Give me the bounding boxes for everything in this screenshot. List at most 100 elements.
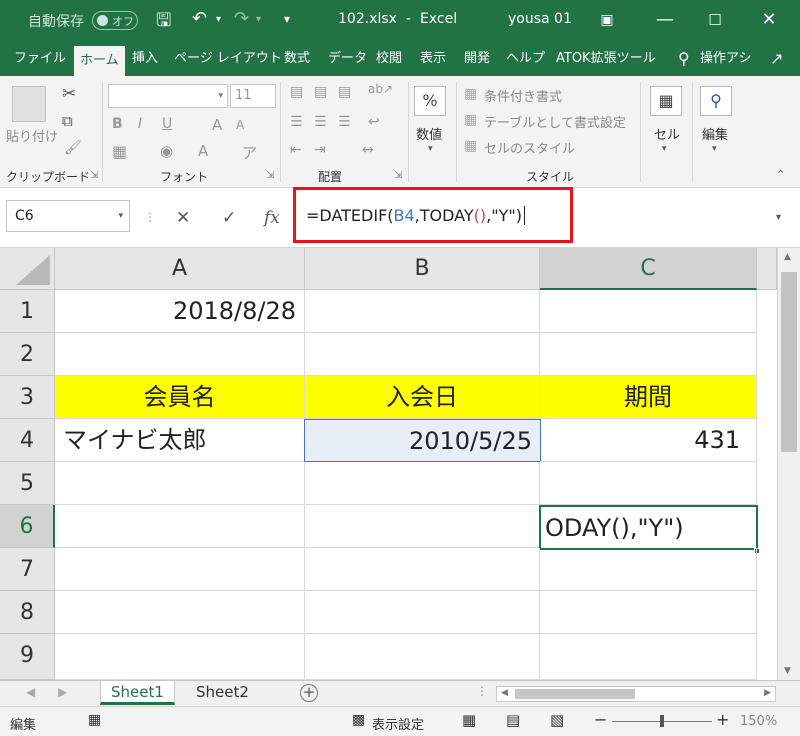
cell-b4[interactable]: 2010/5/25 — [304, 419, 541, 462]
font-size-combo[interactable]: 11 — [230, 84, 276, 108]
share-icon[interactable]: ↗ — [770, 42, 783, 76]
cell-b9[interactable] — [305, 634, 540, 680]
display-settings-icon[interactable]: ▩ — [352, 712, 365, 728]
cell-a8[interactable] — [55, 591, 305, 634]
tab-help[interactable]: ヘルプ — [506, 42, 545, 76]
page-break-view-icon[interactable]: ▧ — [550, 711, 564, 729]
tell-me-input[interactable]: 操作アシ — [700, 42, 751, 76]
border-icon[interactable]: ▦ — [112, 142, 127, 161]
column-header-b[interactable]: B — [305, 248, 540, 290]
format-as-table-button[interactable]: テーブルとして書式設定 — [484, 112, 626, 131]
wrap-text-icon[interactable]: ↩ — [368, 114, 380, 130]
cell-c8[interactable] — [540, 591, 757, 634]
user-name[interactable]: yousa 01 — [508, 11, 572, 27]
column-header-c[interactable]: C — [540, 248, 757, 290]
sheet-tab-sheet1[interactable]: Sheet1 — [100, 681, 175, 705]
find-icon[interactable]: ⚲ — [700, 86, 732, 116]
redo-dropdown-icon[interactable]: ▾ — [256, 14, 261, 25]
align-middle-icon[interactable]: ▤ — [314, 84, 327, 100]
cell-styles-button[interactable]: セルのスタイル — [484, 138, 575, 157]
row-header-2[interactable]: 2 — [0, 333, 55, 376]
normal-view-icon[interactable]: ▦ — [462, 711, 476, 729]
cell-c2[interactable] — [540, 333, 757, 376]
row-header-7[interactable]: 7 — [0, 548, 55, 591]
increase-indent-icon[interactable]: ⇥ — [314, 142, 326, 158]
row-header-1[interactable]: 1 — [0, 290, 55, 333]
macro-record-icon[interactable]: ▦ — [88, 712, 101, 728]
vertical-scroll-thumb[interactable] — [781, 272, 797, 452]
row-header-9[interactable]: 9 — [0, 634, 55, 680]
font-launcher-icon[interactable]: ⇲ — [266, 170, 274, 181]
fill-color-icon[interactable]: ◉ — [160, 142, 173, 160]
cells-button[interactable]: セル — [654, 124, 680, 143]
tab-split-handle-icon[interactable]: ⋮ — [476, 684, 488, 698]
underline-button[interactable]: U — [162, 116, 172, 132]
cell-a7[interactable] — [55, 548, 305, 591]
conditional-format-button[interactable]: 条件付き書式 — [484, 86, 562, 105]
insert-function-icon[interactable]: fx — [264, 208, 280, 228]
expand-formula-bar-icon[interactable]: ▾ — [776, 212, 781, 223]
cell-a1[interactable]: 2018/8/28 — [55, 290, 305, 333]
cell-b1[interactable] — [305, 290, 540, 333]
phonetic-icon[interactable]: ア — [242, 142, 257, 163]
editing-button[interactable]: 編集 — [702, 124, 728, 143]
cell-b6[interactable] — [305, 505, 540, 548]
italic-button[interactable]: I — [138, 116, 142, 132]
minimize-icon[interactable]: — — [650, 6, 680, 34]
cells-icon[interactable]: ▦ — [650, 86, 682, 116]
sheet-tab-sheet2[interactable]: Sheet2 — [186, 681, 259, 705]
tab-file[interactable]: ファイル — [14, 42, 66, 76]
page-layout-view-icon[interactable]: ▤ — [506, 711, 520, 729]
paste-button[interactable]: 貼り付け — [6, 126, 58, 145]
cut-icon[interactable]: ✂ — [62, 84, 76, 104]
conditional-format-icon[interactable]: ▦ — [464, 86, 477, 102]
align-top-icon[interactable]: ▤ — [290, 84, 303, 100]
cell-b3[interactable]: 入会日 — [305, 376, 540, 419]
cell-styles-icon[interactable]: ▦ — [464, 138, 477, 154]
cell-b8[interactable] — [305, 591, 540, 634]
autosave-toggle[interactable]: オフ — [92, 11, 138, 30]
scroll-up-icon[interactable]: ▲ — [784, 252, 791, 262]
horizontal-scrollbar[interactable]: ◀ ▶ — [496, 686, 776, 702]
undo-icon[interactable]: ↶ — [192, 8, 207, 29]
format-as-table-icon[interactable]: ▦ — [464, 112, 477, 128]
zoom-level[interactable]: 150% — [740, 714, 777, 729]
tab-formulas[interactable]: 数式 — [284, 42, 310, 76]
number-dropdown-icon[interactable]: ▾ — [428, 144, 433, 154]
column-header-a[interactable]: A — [55, 248, 305, 290]
collapse-ribbon-icon[interactable]: ⌃ — [776, 168, 785, 181]
scroll-left-icon[interactable]: ◀ — [501, 688, 508, 698]
cell-c4[interactable]: 431 — [540, 419, 757, 462]
cell-a5[interactable] — [55, 462, 305, 505]
cell-b5[interactable] — [305, 462, 540, 505]
undo-dropdown-icon[interactable]: ▾ — [216, 14, 221, 25]
select-all-button[interactable] — [0, 248, 55, 290]
align-bottom-icon[interactable]: ▤ — [338, 84, 351, 100]
cell-b2[interactable] — [305, 333, 540, 376]
enter-icon[interactable]: ✓ — [222, 208, 236, 228]
redo-icon[interactable]: ↷ — [234, 8, 249, 29]
orientation-icon[interactable]: ab↗ — [368, 82, 393, 96]
add-sheet-icon[interactable]: + — [300, 684, 318, 702]
tab-data[interactable]: データ — [328, 42, 367, 76]
cell-c9[interactable] — [540, 634, 757, 680]
save-icon[interactable]: 🖫 — [156, 8, 171, 38]
name-box[interactable]: C6 ▾ — [6, 200, 130, 232]
row-header-5[interactable]: 5 — [0, 462, 55, 505]
cells-dropdown-icon[interactable]: ▾ — [662, 144, 667, 154]
vertical-scrollbar[interactable]: ▲ ▼ — [777, 248, 800, 680]
tab-review[interactable]: 校閲 — [376, 42, 402, 76]
merge-center-icon[interactable]: ↔ — [362, 142, 374, 158]
number-label[interactable]: 数値 — [416, 124, 442, 143]
editing-dropdown-icon[interactable]: ▾ — [712, 144, 717, 154]
align-left-icon[interactable]: ☰ — [290, 114, 303, 130]
cell-a6[interactable] — [55, 505, 305, 548]
tab-atok[interactable]: ATOK拡張ツール — [556, 42, 656, 76]
paste-icon[interactable] — [12, 86, 46, 122]
tab-developer[interactable]: 開発 — [464, 42, 490, 76]
cell-a4[interactable]: マイナビ太郎 — [55, 419, 305, 462]
scroll-down-icon[interactable]: ▼ — [784, 666, 791, 676]
cell-c5[interactable] — [540, 462, 757, 505]
cell-c1[interactable] — [540, 290, 757, 333]
cell-c7[interactable] — [540, 548, 757, 591]
